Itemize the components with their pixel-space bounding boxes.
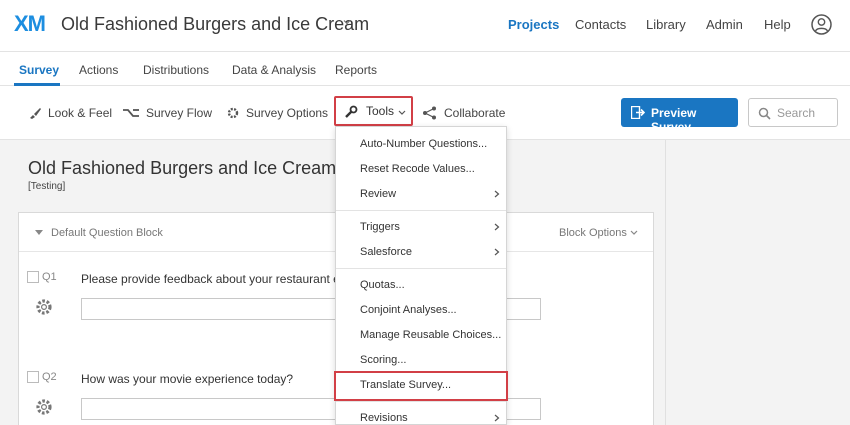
block-options-button[interactable]: Block Options [559,227,627,239]
menu-item-review[interactable]: Review [360,188,396,200]
chevron-right-icon [494,223,500,231]
question-number: Q2 [42,371,57,383]
chevron-right-icon [494,414,500,422]
tab-distributions[interactable]: Distributions [143,63,209,77]
tab-reports[interactable]: Reports [335,63,377,77]
share-icon [423,106,436,120]
chevron-down-icon [398,110,406,115]
tab-actions[interactable]: Actions [79,63,118,77]
user-account-icon[interactable] [811,14,832,35]
tab-bar: Survey Actions Distributions Data & Anal… [0,52,850,86]
nav-library[interactable]: Library [646,17,686,32]
preview-icon [631,106,645,119]
survey-options-button[interactable]: Survey Options [226,105,328,121]
search-icon [758,107,771,120]
question-number: Q1 [42,271,57,283]
menu-item-triggers[interactable]: Triggers [360,221,400,233]
survey-flow-label: Survey Flow [146,106,213,120]
menu-item-reusable-choices[interactable]: Manage Reusable Choices... [360,329,501,341]
chevron-right-icon [494,190,500,198]
collaborate-label: Collaborate [444,106,506,120]
menu-item-reset-recode[interactable]: Reset Recode Values... [360,163,475,175]
survey-title: Old Fashioned Burgers and Ice Cream [28,158,337,178]
nav-projects[interactable]: Projects [508,17,559,32]
menu-item-quotas[interactable]: Quotas... [360,279,405,291]
survey-flow-button[interactable]: Survey Flow [122,105,212,121]
gear-icon[interactable] [34,397,54,417]
translate-highlight [334,371,508,401]
wrench-icon [345,105,358,118]
nav-admin[interactable]: Admin [706,17,743,32]
top-bar: XM Old Fashioned Burgers and Ice Cream P… [0,0,850,52]
chevron-down-icon[interactable] [343,18,351,26]
xm-logo[interactable]: XM [14,11,46,37]
look-feel-button[interactable]: Look & Feel [28,105,112,121]
menu-item-conjoint[interactable]: Conjoint Analyses... [360,304,457,316]
collaborate-button[interactable]: Collaborate [422,105,505,121]
caret-down-icon[interactable] [35,230,43,236]
search-placeholder: Search [777,106,816,120]
flow-icon [123,109,139,117]
menu-item-scoring[interactable]: Scoring... [360,354,406,366]
tab-survey[interactable]: Survey [19,63,59,77]
menu-divider [336,210,506,211]
paintbrush-icon [30,108,41,119]
look-feel-label: Look & Feel [48,106,113,120]
project-title[interactable]: Old Fashioned Burgers and Ice Cream [61,14,369,35]
survey-status: [Testing] [28,181,66,192]
gear-icon [227,107,239,119]
preview-survey-button[interactable]: Preview Survey [621,98,738,134]
tools-button[interactable]: Tools [334,96,413,126]
tools-label: Tools [366,104,395,118]
menu-divider [336,401,506,402]
menu-item-auto-number[interactable]: Auto-Number Questions... [360,138,487,150]
gear-icon[interactable] [34,297,54,317]
menu-item-salesforce[interactable]: Salesforce [360,246,412,258]
menu-divider [336,268,506,269]
chevron-right-icon [494,248,500,256]
question-checkbox[interactable] [27,271,39,283]
question-text[interactable]: How was your movie experience today? [81,372,293,386]
preview-label: Preview Survey [651,106,697,134]
block-name[interactable]: Default Question Block [51,227,163,239]
survey-options-label: Survey Options [246,106,329,120]
right-panel [665,140,850,425]
tab-data-analysis[interactable]: Data & Analysis [232,63,316,77]
chevron-down-icon[interactable] [630,230,638,236]
search-input[interactable]: Search [748,98,838,127]
question-checkbox[interactable] [27,371,39,383]
question-text[interactable]: Please provide feedback about your resta… [81,272,340,286]
nav-help[interactable]: Help [764,17,791,32]
nav-contacts[interactable]: Contacts [575,17,626,32]
menu-item-revisions[interactable]: Revisions [360,412,408,424]
